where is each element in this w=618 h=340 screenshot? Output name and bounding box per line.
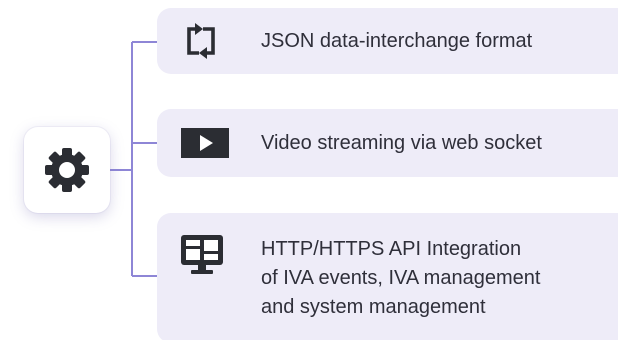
feature-card-video: Video streaming via web socket (157, 109, 618, 177)
hub-card (24, 127, 110, 213)
video-play-icon (181, 123, 233, 163)
feature-card-json: JSON data-interchange format (157, 8, 618, 74)
sync-arrows-icon (181, 21, 233, 61)
feature-label: JSON data-interchange format (261, 29, 533, 52)
feature-label: HTTP/HTTPS API Integration of IVA events… (261, 237, 541, 318)
gear-icon (45, 148, 89, 192)
feature-label: Video streaming via web socket (261, 131, 542, 154)
feature-card-api: HTTP/HTTPS API Integration of IVA events… (157, 213, 618, 340)
monitor-dashboard-icon (181, 235, 233, 275)
